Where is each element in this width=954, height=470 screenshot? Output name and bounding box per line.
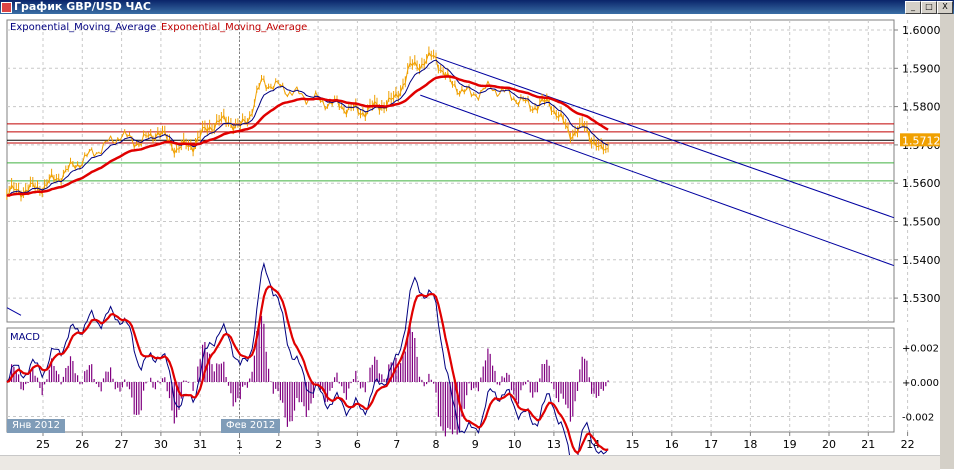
date-label: 3 xyxy=(315,438,322,451)
date-label: 18 xyxy=(743,438,757,451)
minimize-button[interactable]: _ xyxy=(905,1,921,14)
price-label: 1.6000 xyxy=(902,24,940,37)
price-label: 1.5800 xyxy=(902,101,940,114)
date-label: 21 xyxy=(861,438,875,451)
chart-app-icon xyxy=(1,2,12,13)
macd-axis-label: +0.000 xyxy=(902,378,939,389)
date-label: 2 xyxy=(275,438,282,451)
macd-axis-label: -0.002 xyxy=(902,413,934,424)
date-label: 15 xyxy=(626,438,640,451)
close-button[interactable]: X xyxy=(937,1,953,14)
date-label: 13 xyxy=(547,438,561,451)
date-label: 20 xyxy=(822,438,836,451)
price-label: 1.5500 xyxy=(902,216,940,229)
window-side-panel xyxy=(940,14,954,469)
maximize-button[interactable]: □ xyxy=(921,1,937,14)
price-label: 1.5600 xyxy=(902,177,940,190)
date-label: 10 xyxy=(508,438,522,451)
date-label: 17 xyxy=(704,438,718,451)
price-chart[interactable]: 2526273031123678910131415161718192021221… xyxy=(0,0,940,455)
window-title: График GBP/USD ЧАС xyxy=(14,0,152,13)
date-label: 19 xyxy=(783,438,797,451)
current-price-label: 1.5712 xyxy=(902,134,940,147)
date-label: 9 xyxy=(472,438,479,451)
price-label: 1.5400 xyxy=(902,254,940,267)
date-label: 6 xyxy=(354,438,361,451)
legend-ema-slow: Exponential_Moving_Average xyxy=(161,22,308,33)
status-bar xyxy=(0,455,940,470)
date-label: 8 xyxy=(433,438,440,451)
title-bar: График GBP/USD ЧАС _ □ X xyxy=(0,0,954,14)
date-label: 26 xyxy=(75,438,89,451)
month-badge-feb: Фев 2012 xyxy=(221,419,281,433)
date-label: 22 xyxy=(901,438,915,451)
date-label: 30 xyxy=(154,438,168,451)
price-label: 1.5900 xyxy=(902,62,940,75)
price-label: 1.5300 xyxy=(902,292,940,305)
macd-label: MACD xyxy=(10,332,40,343)
month-badge-jan: Янв 2012 xyxy=(7,419,66,433)
date-label: 7 xyxy=(393,438,400,451)
date-label: 31 xyxy=(193,438,207,451)
date-label: 16 xyxy=(665,438,679,451)
macd-axis-label: +0.002 xyxy=(902,344,939,355)
date-label: 25 xyxy=(36,438,50,451)
legend-ema-fast: Exponential_Moving_Average xyxy=(10,22,157,33)
date-label: 27 xyxy=(115,438,129,451)
